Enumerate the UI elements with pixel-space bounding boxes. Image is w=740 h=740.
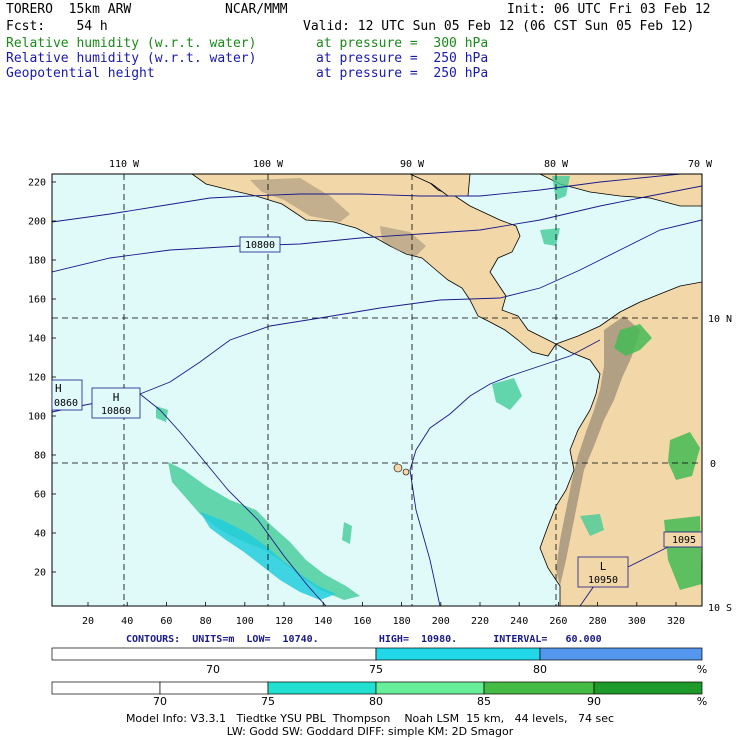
- x-tick-label: 80: [200, 616, 212, 627]
- x-tick-label: 320: [667, 616, 685, 627]
- x-tick-label: 280: [589, 616, 607, 627]
- high-marker-left-value: 0860: [54, 398, 78, 409]
- contour-label-10800: 10800: [239, 236, 281, 253]
- y-tick-label: 120: [28, 373, 46, 384]
- x-tick-label: 200: [432, 616, 450, 627]
- y-tick-label: 20: [34, 568, 46, 579]
- high-marker-letter: H: [113, 391, 120, 404]
- land-galapagos-2: [402, 468, 410, 476]
- lon-label: 70 W: [688, 159, 713, 170]
- model-info: Model Info: V3.3.1 Tiedtke YSU PBL Thomp…: [125, 712, 615, 725]
- y-tick-label: 100: [28, 412, 46, 423]
- lon-label: 80 W: [544, 159, 569, 170]
- contour-label-1095: 1095: [663, 531, 703, 548]
- colorbar2-segment: [483, 681, 595, 695]
- x-tick-label: 120: [275, 616, 293, 627]
- colorbar2-segment: [51, 681, 161, 695]
- lat-label: 10 N: [708, 314, 732, 325]
- colorbar2-segment: [267, 681, 377, 695]
- y-tick-label: 40: [34, 529, 46, 540]
- x-tick-label: 180: [393, 616, 411, 627]
- x-tick-label: 240: [510, 616, 528, 627]
- contour-label-10800-text: 10800: [245, 240, 275, 251]
- top-longitude-labels: 110 W 100 W 90 W 80 W 70 W: [109, 159, 713, 170]
- right-latitude-labels: 10 N 0 10 S: [708, 314, 732, 614]
- colorbar-rh-250: 70 75 80%: [51, 647, 707, 676]
- high-marker-10860: H 10860: [91, 387, 141, 419]
- contours-info: CONTOURS: UNITS=m LOW= 10740. HIGH= 1098…: [126, 634, 602, 645]
- colorbar1-label: 75: [369, 663, 383, 676]
- lat-label: 10 S: [708, 603, 732, 614]
- colorbar2-label: 70: [153, 695, 167, 708]
- colorbar2-label: 75: [261, 695, 275, 708]
- x-tick-label: 260: [549, 616, 567, 627]
- land-galapagos: [393, 463, 403, 473]
- colorbar1-segment: [539, 647, 703, 661]
- high-marker-left-edge: H 0860: [51, 379, 83, 411]
- colorbar1-segment: [375, 647, 541, 661]
- x-tick-label: 220: [471, 616, 489, 627]
- lat-label: 0: [710, 459, 716, 470]
- low-marker-value: 10950: [588, 575, 618, 586]
- y-tick-label: 80: [34, 451, 46, 462]
- colorbar2-segment: [593, 681, 703, 695]
- colorbar1-label: 80: [533, 663, 547, 676]
- colorbar2-label: 80: [369, 695, 383, 708]
- y-tick-label: 140: [28, 334, 46, 345]
- x-tick-label: 300: [628, 616, 646, 627]
- contour-label-1095-text: 1095: [672, 535, 696, 546]
- colorbar2-label: 90: [587, 695, 601, 708]
- x-tick-label: 140: [314, 616, 332, 627]
- low-marker-10950: L 10950: [577, 556, 629, 588]
- y-tick-label: 160: [28, 295, 46, 306]
- colorbar2-segment: [375, 681, 485, 695]
- colorbar1-segment: [51, 647, 377, 661]
- colorbar2-label: %: [697, 695, 707, 708]
- y-tick-label: 180: [28, 256, 46, 267]
- x-tick-label: 160: [353, 616, 371, 627]
- x-tick-label: 40: [121, 616, 133, 627]
- colorbar2-label: 85: [477, 695, 491, 708]
- x-tick-label: 20: [82, 616, 94, 627]
- y-tick-label: 60: [34, 490, 46, 501]
- physics-info: LW: Godd SW: Goddard DIFF: simple KM: 2D…: [226, 725, 514, 738]
- lon-label: 110 W: [109, 159, 140, 170]
- high-marker-left-letter: H: [55, 382, 62, 395]
- lon-label: 100 W: [253, 159, 284, 170]
- x-tick-label: 100: [236, 616, 254, 627]
- colorbar-rh-300: 70 75 80 85 90%: [51, 681, 707, 708]
- high-marker-value: 10860: [101, 406, 131, 417]
- x-tick-label: 60: [160, 616, 172, 627]
- y-tick-label: 200: [28, 217, 46, 228]
- lon-label: 90 W: [400, 159, 425, 170]
- colorbar1-label: %: [697, 663, 707, 676]
- weather-map: 10800 H 10860 H 0860 L 10950 1095 110 W …: [28, 159, 732, 708]
- y-tick-label: 220: [28, 178, 46, 189]
- colorbar2-segment: [159, 681, 269, 695]
- low-marker-letter: L: [600, 560, 607, 573]
- colorbar1-label: 70: [206, 663, 220, 676]
